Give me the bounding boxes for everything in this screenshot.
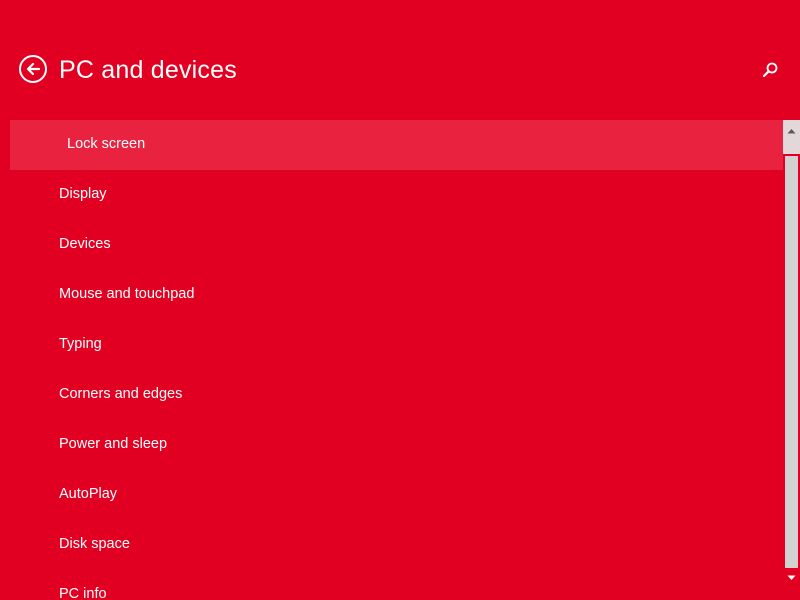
nav-item-typing[interactable]: Typing	[10, 320, 783, 370]
search-button[interactable]	[760, 60, 780, 80]
nav-item-autoplay[interactable]: AutoPlay	[10, 470, 783, 520]
nav-item-lock-screen[interactable]: Lock screen	[10, 120, 783, 170]
chevron-down-icon	[787, 575, 796, 580]
settings-nav-list: Lock screen Display Devices Mouse and to…	[10, 120, 783, 600]
back-arrow-icon	[26, 62, 41, 76]
nav-item-devices[interactable]: Devices	[10, 220, 783, 270]
header: PC and devices	[0, 0, 800, 120]
back-button[interactable]	[19, 55, 47, 83]
scroll-up-button[interactable]	[783, 120, 800, 154]
page-title: PC and devices	[59, 56, 237, 84]
scroll-down-button[interactable]	[783, 570, 800, 600]
chevron-up-icon	[787, 129, 796, 134]
nav-item-disk-space[interactable]: Disk space	[10, 520, 783, 570]
scroll-thumb[interactable]	[785, 156, 798, 568]
nav-item-mouse-and-touchpad[interactable]: Mouse and touchpad	[10, 270, 783, 320]
search-icon	[762, 62, 778, 78]
nav-item-display[interactable]: Display	[10, 170, 783, 220]
nav-item-power-and-sleep[interactable]: Power and sleep	[10, 420, 783, 470]
vertical-scrollbar[interactable]	[783, 120, 800, 600]
nav-item-pc-info[interactable]: PC info	[10, 570, 783, 600]
nav-item-corners-and-edges[interactable]: Corners and edges	[10, 370, 783, 420]
